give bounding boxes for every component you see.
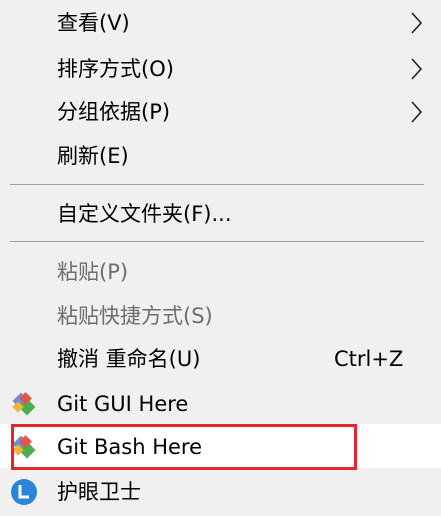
menu-item-customize-folder[interactable]: 自定义文件夹(F)... xyxy=(0,198,441,230)
menu-item-paste: 粘贴(P) xyxy=(0,256,441,288)
menu-item-shortcut: Ctrl+Z xyxy=(334,347,404,371)
menu-item-eye-guard[interactable]: 护眼卫士 xyxy=(0,476,441,508)
menu-item-view[interactable]: 查看(V) xyxy=(0,7,441,39)
menu-item-label: 查看(V) xyxy=(57,11,130,35)
git-gui-icon xyxy=(12,392,36,416)
context-menu: 查看(V) 排序方式(O) 分组依据(P) 刷新(E) 自定义文件夹(F)...… xyxy=(0,0,441,516)
menu-item-label: 排序方式(O) xyxy=(57,57,174,81)
menu-item-sort-by[interactable]: 排序方式(O) xyxy=(0,53,441,85)
chevron-right-icon xyxy=(411,12,423,34)
eye-guard-icon xyxy=(11,479,37,505)
menu-item-label: Git GUI Here xyxy=(57,392,189,416)
menu-item-label: 护眼卫士 xyxy=(57,480,141,504)
menu-separator xyxy=(10,241,424,242)
menu-item-git-gui-here[interactable]: Git GUI Here xyxy=(0,388,441,420)
menu-item-label: 粘贴快捷方式(S) xyxy=(57,304,213,328)
menu-item-label: 分组依据(P) xyxy=(57,100,171,124)
menu-item-undo-rename[interactable]: 撤消 重命名(U) Ctrl+Z xyxy=(0,343,441,375)
chevron-right-icon xyxy=(411,101,423,123)
menu-item-refresh[interactable]: 刷新(E) xyxy=(0,140,441,172)
menu-item-label: 撤消 重命名(U) xyxy=(57,347,201,371)
chevron-right-icon xyxy=(411,58,423,80)
menu-item-label: 刷新(E) xyxy=(57,144,129,168)
menu-item-group-by[interactable]: 分组依据(P) xyxy=(0,96,441,128)
highlight-annotation-box xyxy=(11,424,357,470)
menu-item-label: 自定义文件夹(F)... xyxy=(57,202,232,226)
menu-separator xyxy=(10,184,424,185)
menu-item-paste-shortcut: 粘贴快捷方式(S) xyxy=(0,300,441,332)
menu-item-label: 粘贴(P) xyxy=(57,260,129,284)
